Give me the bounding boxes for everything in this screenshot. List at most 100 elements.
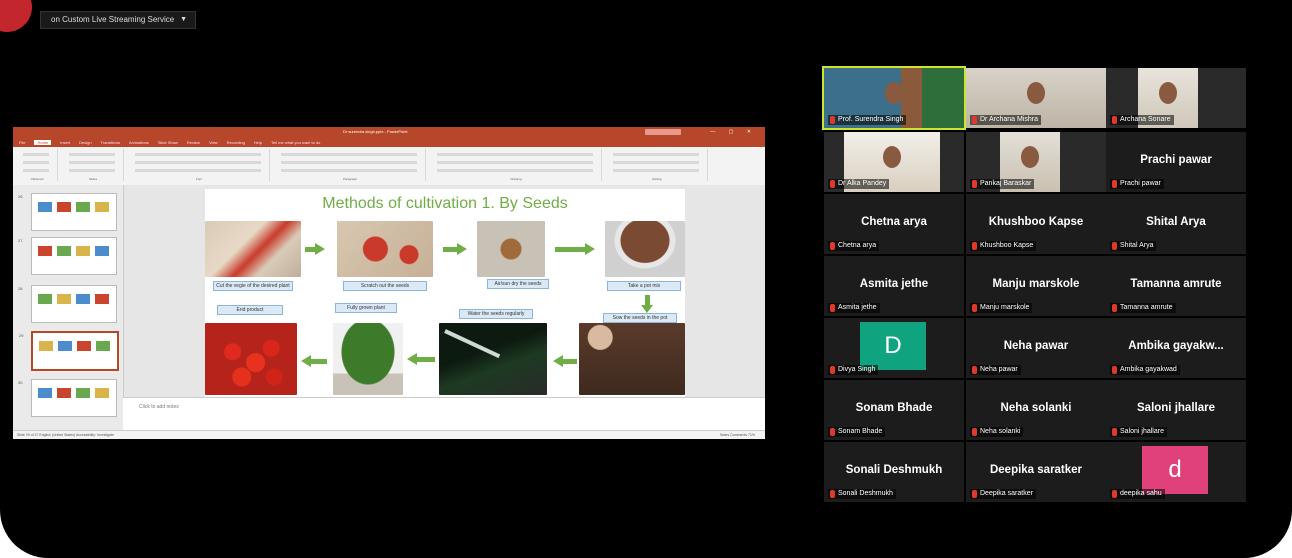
- participant-name-label: Neha pawar: [970, 365, 1021, 375]
- slide-thumbnail[interactable]: 27: [18, 237, 117, 275]
- participant-tile[interactable]: Prof. Surendra Singh: [822, 66, 966, 130]
- ribbon-tab[interactable]: Tell me what you want to do: [271, 140, 320, 145]
- caption-cut: Cut the vegie of the desired plant: [213, 281, 293, 291]
- participant-tile[interactable]: d deepika sahu: [1106, 442, 1246, 502]
- participant-face: [1027, 82, 1045, 104]
- flow-arrow-6-head: [301, 355, 311, 367]
- participant-tile[interactable]: Khushboo Kapse Khushboo Kapse: [966, 194, 1106, 254]
- flow-arrow-2: [443, 247, 457, 252]
- ribbon-tab[interactable]: View: [209, 140, 218, 145]
- ribbon-control[interactable]: [135, 153, 261, 156]
- ribbon-group-label: Paragraph: [342, 177, 357, 181]
- participant-name: Ambika gayakwad: [1120, 366, 1177, 373]
- participant-tile[interactable]: Tamanna amrute Tamanna amrute: [1106, 256, 1246, 316]
- ribbon-control[interactable]: [281, 153, 417, 156]
- ribbon-tab[interactable]: Design: [79, 140, 91, 145]
- mic-muted-icon: [830, 366, 835, 374]
- mic-muted-icon: [1112, 304, 1117, 312]
- participant-tile[interactable]: D Divya Singh: [824, 318, 964, 378]
- ribbon-group-label: Drawing: [510, 177, 522, 181]
- slide-thumbnail[interactable]: 28: [18, 285, 117, 323]
- participant-tile[interactable]: Dr Alka Pandey: [824, 132, 964, 192]
- flow-arrow-2-head: [457, 243, 467, 255]
- thumbnail-image: [38, 202, 52, 212]
- participant-display-name: Tamanna amrute: [1130, 278, 1222, 290]
- ribbon-control[interactable]: [23, 153, 49, 156]
- ribbon-tab[interactable]: Slide Show: [158, 140, 178, 145]
- ribbon-control[interactable]: [23, 169, 49, 172]
- participant-tile[interactable]: Manju marskole Manju marskole: [966, 256, 1106, 316]
- participant-tile[interactable]: Saloni jhallare Saloni jhallare: [1106, 380, 1246, 440]
- window-controls[interactable]: — ▢ ✕: [710, 127, 757, 137]
- participant-tile[interactable]: Neha solanki Neha solanki: [966, 380, 1106, 440]
- caption-grown: Fully grown plant: [335, 303, 397, 313]
- flow-arrow-4: [563, 359, 577, 364]
- ribbon-control[interactable]: [69, 153, 115, 156]
- ribbon-control[interactable]: [613, 161, 699, 164]
- ribbon-group: Paragraph: [275, 149, 426, 181]
- ribbon-tab[interactable]: Recording: [227, 140, 245, 145]
- ribbon-group: Font: [129, 149, 270, 181]
- mic-muted-icon: [830, 242, 835, 250]
- status-right[interactable]: Notes Comments 71%: [720, 431, 755, 439]
- slide-thumbnail[interactable]: 26: [18, 193, 117, 231]
- ribbon-tab[interactable]: Animations: [129, 140, 149, 145]
- ribbon-control[interactable]: [437, 169, 593, 172]
- participant-name-label: Pankaj Baraskar: [970, 179, 1035, 189]
- participant-tile[interactable]: Deepika saratker Deepika saratker: [966, 442, 1106, 502]
- ppt-signin-box[interactable]: [645, 129, 681, 135]
- ribbon-tab[interactable]: File: [19, 140, 25, 145]
- ribbon-control[interactable]: [437, 161, 593, 164]
- participant-avatar: D: [860, 322, 926, 370]
- ribbon-group-label: Clipboard: [30, 177, 44, 181]
- photo-sow-seeds: [579, 323, 685, 395]
- ribbon-control[interactable]: [281, 169, 417, 172]
- flow-arrow-4-head: [553, 355, 563, 367]
- ribbon-control[interactable]: [613, 169, 699, 172]
- ribbon-control[interactable]: [135, 169, 261, 172]
- slide-thumbnail[interactable]: 29: [19, 331, 119, 371]
- participant-tile[interactable]: Neha pawar Neha pawar: [966, 318, 1106, 378]
- ppt-ribbon: Clipboard Slides Font Paragraph Drawing Editi…: [13, 147, 765, 186]
- thumbnail-image: [76, 202, 90, 212]
- participant-display-name: Chetna arya: [861, 216, 927, 228]
- participant-tile[interactable]: Asmita jethe Asmita jethe: [824, 256, 964, 316]
- notes-pane[interactable]: Click to add notes: [123, 397, 765, 432]
- ribbon-control[interactable]: [613, 153, 699, 156]
- thumbnail-image: [95, 202, 109, 212]
- participant-name: Asmita jethe: [838, 304, 877, 311]
- participant-display-name: Sonali Deshmukh: [845, 464, 943, 476]
- participant-tile[interactable]: Sonam Bhade Sonam Bhade: [824, 380, 964, 440]
- ribbon-tab[interactable]: Help: [254, 140, 262, 145]
- participant-name: deepika sahu: [1120, 490, 1162, 497]
- screen-share-menu[interactable]: on Custom Live Streaming Service ▼: [40, 11, 197, 29]
- participant-display-name: Shital Arya: [1146, 216, 1206, 228]
- ribbon-control[interactable]: [69, 169, 115, 172]
- participant-tile[interactable]: Ambika gayakw... Ambika gayakwad: [1106, 318, 1246, 378]
- ribbon-control[interactable]: [437, 153, 593, 156]
- ribbon-tab[interactable]: Insert: [60, 140, 70, 145]
- participant-tile[interactable]: Sonali Deshmukh Sonali Deshmukh: [824, 442, 964, 502]
- participant-tile[interactable]: Archana Sonare: [1106, 68, 1246, 128]
- participant-name-label: Prof. Surendra Singh: [828, 115, 907, 125]
- ribbon-control[interactable]: [23, 161, 49, 164]
- flow-arrow-down: [645, 295, 650, 305]
- slide-thumbnail[interactable]: 30: [18, 379, 117, 417]
- mic-muted-icon: [830, 428, 835, 436]
- mic-muted-icon: [830, 490, 835, 498]
- participant-tile[interactable]: Prachi pawar Prachi pawar: [1106, 132, 1246, 192]
- ribbon-control[interactable]: [281, 161, 417, 164]
- flow-arrow-1: [305, 247, 315, 252]
- participant-tile[interactable]: Pankaj Baraskar: [966, 132, 1106, 192]
- ribbon-tab[interactable]: Transitions: [101, 140, 120, 145]
- participant-tile[interactable]: Dr Archana Mishra: [966, 68, 1106, 128]
- ribbon-tab[interactable]: Home: [34, 139, 52, 145]
- notes-placeholder: Click to add notes: [139, 404, 179, 410]
- participant-tile[interactable]: Shital Arya Shital Arya: [1106, 194, 1246, 254]
- chevron-down-icon[interactable]: ▼: [180, 12, 187, 28]
- participant-tile[interactable]: Chetna arya Chetna arya: [824, 194, 964, 254]
- ribbon-tab[interactable]: Review: [187, 140, 200, 145]
- ribbon-control[interactable]: [135, 161, 261, 164]
- ribbon-control[interactable]: [69, 161, 115, 164]
- mic-muted-icon: [972, 366, 977, 374]
